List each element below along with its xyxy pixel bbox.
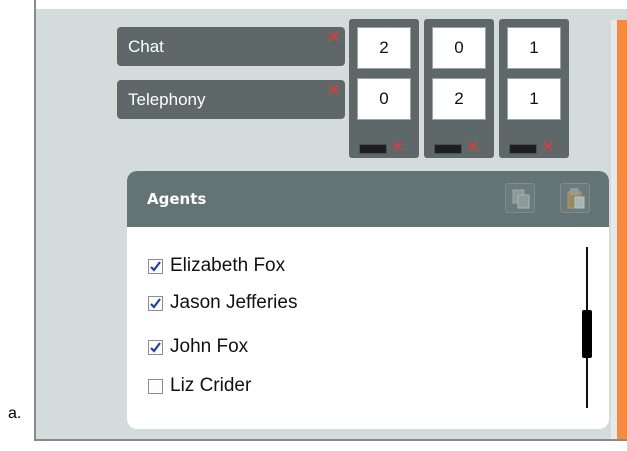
column-color-swatch[interactable] bbox=[509, 144, 537, 154]
skill-value-input[interactable]: 1 bbox=[507, 27, 561, 69]
column-footer: ✕ bbox=[359, 139, 407, 155]
skill-value-input[interactable]: 0 bbox=[432, 27, 486, 69]
agent-checkbox[interactable] bbox=[148, 340, 163, 355]
paste-icon bbox=[567, 188, 585, 209]
frame-top-strip bbox=[36, 0, 627, 9]
remove-column-close-icon[interactable]: ✕ bbox=[466, 139, 479, 155]
column-color-swatch[interactable] bbox=[359, 144, 387, 154]
agent-name: Liz Crider bbox=[170, 375, 252, 396]
skill-column-3: 1 1 ✕ bbox=[499, 19, 569, 158]
agent-checkbox[interactable] bbox=[148, 296, 163, 311]
channel-label: Telephony bbox=[128, 90, 206, 109]
agents-panel-header: Agents bbox=[127, 171, 609, 227]
channel-label: Chat bbox=[128, 37, 164, 56]
remove-channel-telephony-close-icon[interactable]: ✕ bbox=[326, 82, 341, 100]
skill-value-input[interactable]: 1 bbox=[507, 78, 561, 120]
channel-telephony[interactable]: Telephony ✕ bbox=[117, 80, 345, 119]
figure-label: a. bbox=[8, 405, 22, 422]
skill-value-input[interactable]: 0 bbox=[357, 78, 411, 120]
column-footer: ✕ bbox=[509, 139, 557, 155]
remove-column-close-icon[interactable]: ✕ bbox=[541, 139, 554, 155]
skill-editor-frame: Chat ✕ Telephony ✕ 2 0 ✕ 0 2 ✕ 1 1 ✕ Age… bbox=[34, 0, 627, 441]
copy-button[interactable] bbox=[505, 183, 535, 213]
agent-name: Elizabeth Fox bbox=[170, 255, 286, 276]
agent-checkbox[interactable] bbox=[148, 259, 163, 274]
remove-channel-chat-close-icon[interactable]: ✕ bbox=[326, 29, 341, 47]
remove-column-close-icon[interactable]: ✕ bbox=[391, 139, 404, 155]
accent-side-bar bbox=[617, 20, 627, 439]
skill-value-input[interactable]: 2 bbox=[357, 27, 411, 69]
checkmark-icon bbox=[150, 342, 161, 353]
paste-button[interactable] bbox=[560, 183, 590, 213]
agents-panel-title: Agents bbox=[147, 190, 207, 208]
column-color-swatch[interactable] bbox=[434, 144, 462, 154]
agent-checkbox[interactable] bbox=[148, 379, 163, 394]
scrollbar-thumb[interactable] bbox=[582, 310, 592, 358]
skill-column-2: 0 2 ✕ bbox=[424, 19, 494, 158]
channel-chat[interactable]: Chat ✕ bbox=[117, 27, 345, 66]
agent-name: John Fox bbox=[170, 336, 249, 357]
checkmark-icon bbox=[150, 298, 161, 309]
checkmark-icon bbox=[150, 261, 161, 272]
agents-panel: Agents Elizabeth Fox Jason Jefferies Joh… bbox=[127, 171, 609, 429]
agent-name: Jason Jefferies bbox=[170, 292, 298, 313]
copy-icon bbox=[512, 189, 530, 209]
column-footer: ✕ bbox=[434, 139, 482, 155]
skill-value-input[interactable]: 2 bbox=[432, 78, 486, 120]
skill-column-1: 2 0 ✕ bbox=[349, 19, 419, 158]
